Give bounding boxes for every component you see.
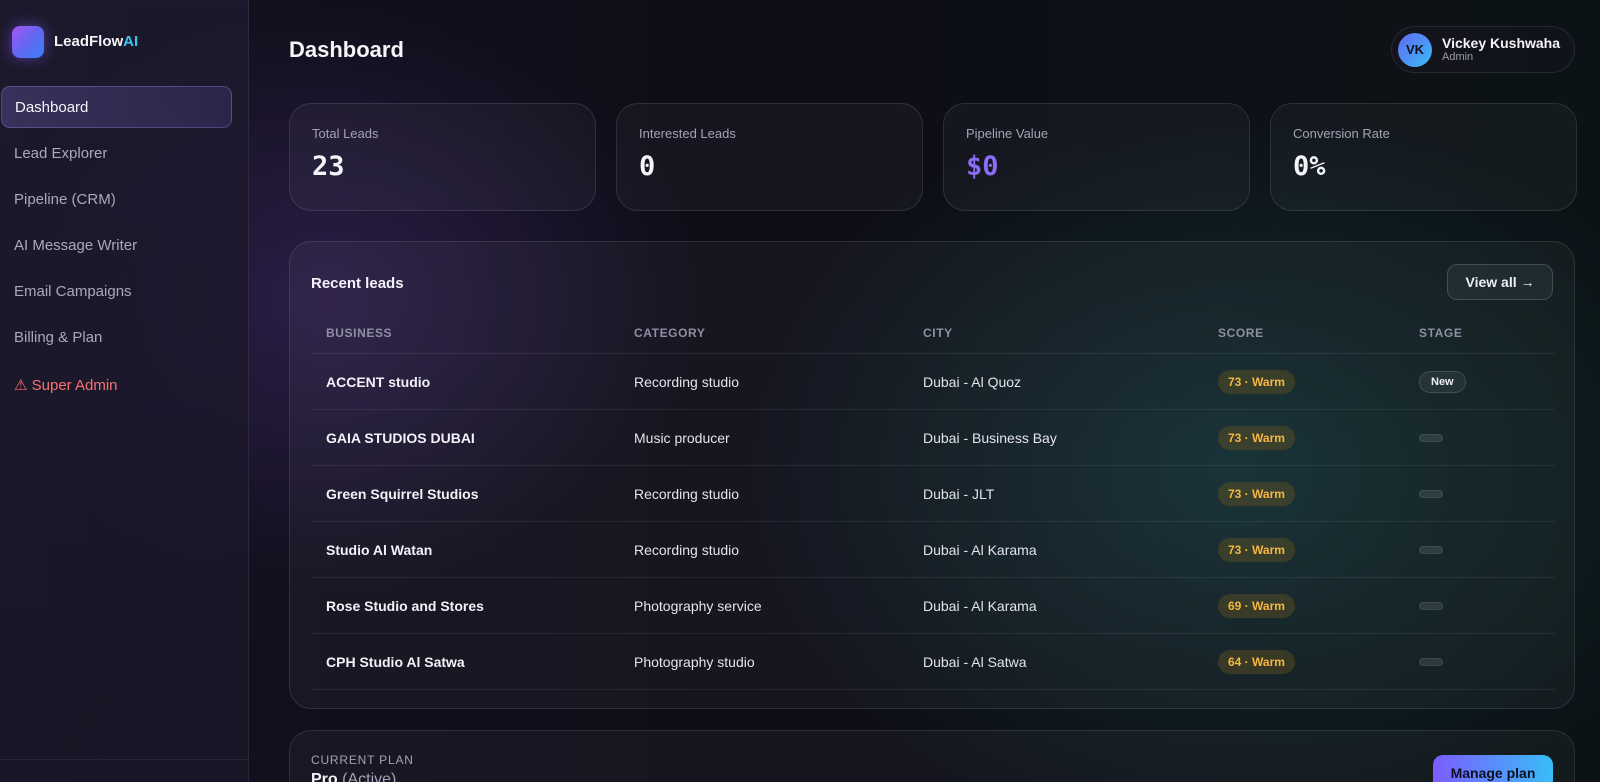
column-header-category[interactable]: CATEGORY	[634, 326, 923, 340]
cell-city: Dubai - Al Quoz	[923, 373, 1022, 390]
cell-category: Photography service	[634, 597, 762, 614]
recent-leads-card: Recent leads View all → BUSINESS CATEGOR…	[289, 241, 1575, 709]
stat-value: 0%	[1293, 151, 1326, 182]
sidebar-nav: Dashboard Lead Explorer Pipeline (CRM) A…	[1, 86, 232, 410]
stat-value: $0	[966, 151, 999, 182]
brand-suffix: AI	[123, 33, 139, 50]
cell-city: Dubai - JLT	[923, 485, 995, 502]
cell-category: Photography studio	[634, 653, 755, 670]
table-row[interactable]: Rose Studio and Stores Photography servi…	[311, 578, 1555, 634]
cell-business: CPH Studio Al Satwa	[326, 653, 465, 670]
stat-label: Interested Leads	[639, 126, 736, 141]
cell-business: Studio Al Watan	[326, 541, 433, 558]
avatar: VK	[1398, 32, 1432, 67]
score-badge: 64 · Warm	[1218, 649, 1295, 674]
column-header-city[interactable]: CITY	[923, 326, 1218, 340]
manage-plan-button[interactable]: Manage plan	[1433, 755, 1553, 782]
stats-row: Total Leads 23 Interested Leads 0 Pipeli…	[289, 103, 1577, 211]
table-row[interactable]: Green Squirrel Studios Recording studio …	[311, 466, 1555, 522]
stat-label: Pipeline Value	[966, 126, 1049, 141]
stat-card-total-leads: Total Leads 23	[289, 103, 596, 211]
cell-category: Recording studio	[634, 373, 740, 390]
cell-city: Dubai - Al Karama	[923, 597, 1037, 614]
stat-value: 23	[312, 151, 345, 182]
cell-city: Dubai - Al Satwa	[923, 653, 1027, 670]
sidebar-item-ai-message-writer[interactable]: AI Message Writer	[1, 224, 232, 266]
table-header: BUSINESS CATEGORY CITY SCORE STAGE	[311, 312, 1555, 354]
view-all-button[interactable]: View all →	[1447, 264, 1553, 300]
cell-business: Green Squirrel Studios	[326, 485, 479, 502]
sidebar-item-super-admin[interactable]: ⚠ Super Admin	[1, 364, 232, 406]
stage-badge-empty	[1419, 657, 1443, 666]
section-title: Recent leads	[311, 275, 404, 292]
page-title: Dashboard	[289, 37, 404, 62]
stat-card-pipeline-value: Pipeline Value $0	[943, 103, 1250, 211]
sidebar-item-dashboard[interactable]: Dashboard	[1, 86, 232, 128]
sidebar-item-label: Super Admin	[31, 376, 118, 394]
cell-category: Recording studio	[634, 485, 740, 502]
table-row[interactable]: GAIA STUDIOS DUBAI Music producer Dubai …	[311, 410, 1555, 466]
main-content: Dashboard VK Vickey Kushwaha Admin Total…	[289, 0, 1577, 782]
stat-label: Conversion Rate	[1293, 126, 1390, 141]
score-badge: 73 · Warm	[1218, 481, 1295, 506]
stat-label: Total Leads	[312, 126, 379, 141]
sidebar-item-pipeline[interactable]: Pipeline (CRM)	[1, 178, 232, 220]
score-badge: 73 · Warm	[1218, 369, 1295, 394]
table-row[interactable]: CPH Studio Al Satwa Photography studio D…	[311, 634, 1555, 690]
sidebar-item-lead-explorer[interactable]: Lead Explorer	[1, 132, 232, 174]
warning-icon: ⚠	[14, 377, 28, 394]
table-row[interactable]: ACCENT studio Recording studio Dubai - A…	[311, 354, 1555, 410]
stage-badge: New	[1419, 370, 1466, 393]
user-role: Admin	[1442, 51, 1474, 63]
cell-business: GAIA STUDIOS DUBAI	[326, 429, 475, 446]
cell-city: Dubai - Al Karama	[923, 541, 1037, 558]
cell-category: Music producer	[634, 429, 730, 446]
cell-category: Recording studio	[634, 541, 740, 558]
sidebar-item-email-campaigns[interactable]: Email Campaigns	[1, 270, 232, 312]
stat-card-conversion-rate: Conversion Rate 0%	[1270, 103, 1577, 211]
current-plan-card: CURRENT PLAN Pro (Active) Manage plan	[289, 730, 1575, 782]
cell-business: ACCENT studio	[326, 373, 431, 390]
score-badge: 73 · Warm	[1218, 537, 1295, 562]
stage-badge-empty	[1419, 433, 1443, 442]
stage-badge-empty	[1419, 601, 1443, 610]
plan-label: CURRENT PLAN	[311, 753, 414, 767]
stage-badge-empty	[1419, 545, 1443, 554]
stat-value: 0	[639, 151, 656, 182]
stat-card-interested-leads: Interested Leads 0	[616, 103, 923, 211]
brand[interactable]: LeadFlowAI	[12, 26, 138, 58]
sidebar-item-billing[interactable]: Billing & Plan	[1, 316, 232, 358]
leads-table: BUSINESS CATEGORY CITY SCORE STAGE ACCEN…	[311, 312, 1555, 690]
column-header-business[interactable]: BUSINESS	[311, 326, 634, 340]
stage-badge-empty	[1419, 489, 1443, 498]
user-name: Vickey Kushwaha	[1442, 35, 1561, 51]
score-badge: 69 · Warm	[1218, 593, 1295, 618]
sidebar: LeadFlowAI Dashboard Lead Explorer Pipel…	[0, 0, 249, 782]
sidebar-divider	[0, 759, 249, 760]
plan-status: (Active)	[342, 771, 397, 782]
cell-city: Dubai - Business Bay	[923, 429, 1057, 446]
brand-name: LeadFlow	[54, 33, 124, 50]
plan-name: Pro (Active)	[311, 771, 396, 782]
plan-tier: Pro	[311, 771, 338, 782]
cell-business: Rose Studio and Stores	[326, 597, 484, 614]
table-row[interactable]: Studio Al Watan Recording studio Dubai -…	[311, 522, 1555, 578]
column-header-score[interactable]: SCORE	[1218, 326, 1419, 340]
column-header-stage[interactable]: STAGE	[1419, 326, 1555, 340]
brand-logo-icon	[12, 26, 44, 58]
user-menu[interactable]: VK Vickey Kushwaha Admin	[1391, 26, 1575, 73]
score-badge: 73 · Warm	[1218, 425, 1295, 450]
